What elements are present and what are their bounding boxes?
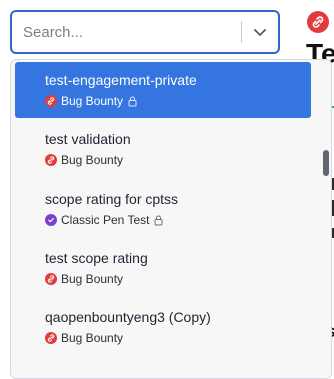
option-type: Bug Bounty <box>61 331 124 345</box>
app-logo-icon <box>307 11 329 33</box>
dropdown-option[interactable]: test validation Bug Bounty <box>15 121 311 177</box>
link-icon <box>45 154 57 166</box>
search-input[interactable] <box>12 12 241 52</box>
engagement-select[interactable] <box>10 10 280 54</box>
link-icon <box>45 273 57 285</box>
lock-icon <box>154 215 163 226</box>
option-meta: Bug Bounty <box>45 331 311 345</box>
dropdown-option[interactable]: test-engagement-private Bug Bounty <box>15 62 311 118</box>
check-icon <box>45 214 57 226</box>
dropdown-option[interactable]: test scope rating Bug Bounty <box>15 240 311 296</box>
option-title: test scope rating <box>45 250 148 266</box>
option-meta: Bug Bounty <box>45 272 311 286</box>
option-title: test validation <box>45 131 131 147</box>
chevron-down-icon[interactable] <box>242 12 278 52</box>
option-meta: Classic Pen Test <box>45 213 311 227</box>
option-meta: Bug Bounty <box>45 94 311 108</box>
option-title: test-engagement-private <box>45 72 197 88</box>
option-type: Bug Bounty <box>61 94 124 108</box>
option-meta: Bug Bounty <box>45 153 311 167</box>
dropdown-scrollbar[interactable] <box>321 60 331 378</box>
link-icon <box>45 332 57 344</box>
option-type: Bug Bounty <box>61 272 124 286</box>
dropdown-menu: test-engagement-private Bug Bounty test … <box>10 59 332 379</box>
option-title: qaopenbountyeng3 (Copy) <box>45 309 211 325</box>
option-title: scope rating for cptss <box>45 191 179 207</box>
link-icon <box>45 95 57 107</box>
lock-icon <box>128 96 137 107</box>
option-type: Bug Bounty <box>61 153 124 167</box>
dropdown-option[interactable]: qaopenbountyeng3 (Copy) Bug Bounty <box>15 299 311 355</box>
dropdown-option[interactable]: scope rating for cptss Classic Pen Test <box>15 181 311 237</box>
option-type: Classic Pen Test <box>61 213 150 227</box>
scrollbar-thumb[interactable] <box>323 150 329 176</box>
